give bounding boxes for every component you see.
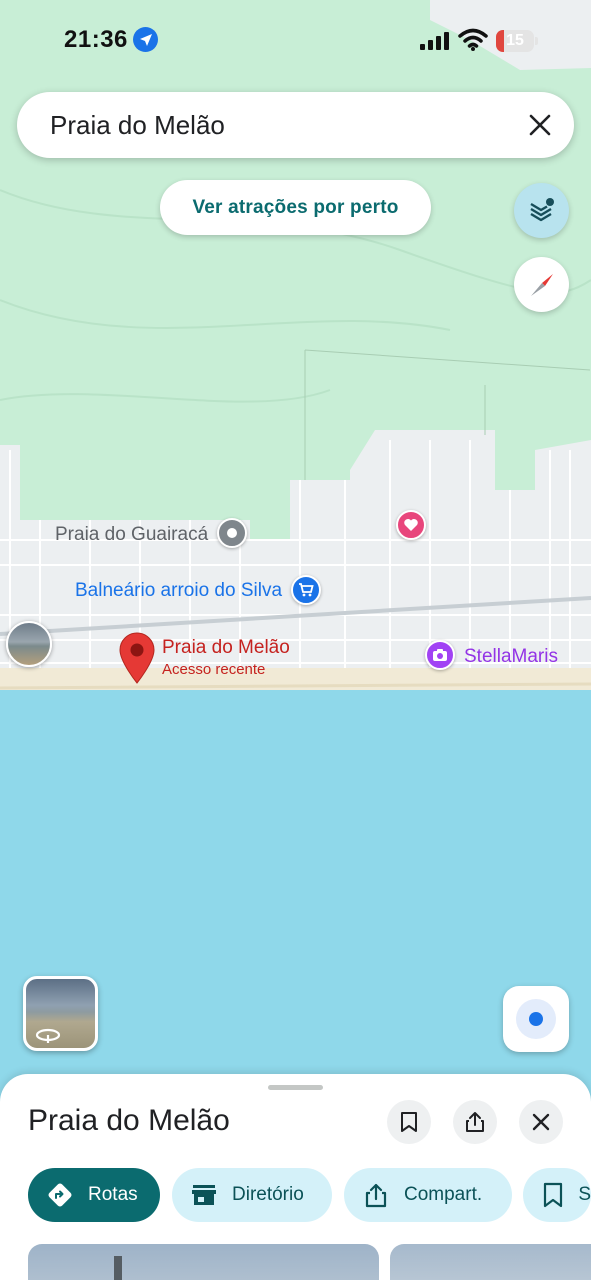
compass-icon (530, 273, 553, 296)
place-bottom-sheet[interactable]: Praia do Melão Rotas Diretório Compart. (0, 1074, 591, 1280)
wifi-icon (458, 28, 488, 51)
layers-icon (529, 197, 554, 221)
share-icon (466, 1112, 484, 1132)
street-view-bubble[interactable] (6, 621, 52, 667)
drag-handle[interactable] (268, 1085, 323, 1090)
share-chip-button[interactable]: Compart. (344, 1168, 512, 1222)
my-location-icon (516, 999, 556, 1039)
my-location-button[interactable] (503, 986, 569, 1052)
place-photo[interactable] (390, 1244, 591, 1280)
heart-icon[interactable] (396, 510, 426, 540)
directory-label: Diretório (232, 1184, 304, 1205)
battery-percent: 15 (506, 32, 524, 49)
close-sheet-button[interactable] (519, 1100, 563, 1144)
status-bar: 21:36 15 (0, 22, 591, 58)
place-label-guairaca[interactable]: Praia do Guairacá (55, 524, 208, 546)
layers-button[interactable] (514, 183, 569, 238)
directory-button[interactable]: Diretório (172, 1168, 332, 1222)
store-icon (190, 1181, 218, 1209)
place-photo[interactable] (28, 1244, 379, 1280)
shopping-cart-icon[interactable] (291, 575, 321, 605)
place-pin-icon[interactable] (217, 518, 247, 548)
save-button[interactable] (387, 1100, 431, 1144)
place-label-balneario[interactable]: Balneário arroio do Silva (75, 580, 282, 602)
save-chip-label: S (578, 1184, 591, 1205)
place-label-stellamaris[interactable]: StellaMaris (464, 646, 558, 668)
cellular-signal-icon (420, 32, 449, 50)
search-query[interactable]: Praia do Melão (50, 110, 225, 141)
save-chip-button[interactable]: S (523, 1168, 591, 1222)
camera-icon[interactable] (425, 640, 455, 670)
rotate-360-icon (35, 1028, 61, 1043)
bookmark-icon (541, 1181, 564, 1209)
nearby-attractions-chip[interactable]: Ver atrações por perto (160, 180, 431, 235)
search-bar[interactable]: Praia do Melão (17, 92, 574, 158)
compass-button[interactable] (514, 257, 569, 312)
place-sublabel-recent: Acesso recente (162, 661, 266, 678)
battery-icon: 15 (496, 30, 538, 52)
share-button[interactable] (453, 1100, 497, 1144)
place-title: Praia do Melão (28, 1104, 230, 1137)
street-view-thumbnail[interactable] (23, 976, 98, 1051)
status-time: 21:36 (64, 26, 128, 53)
directions-label: Rotas (88, 1184, 138, 1205)
place-label-melao[interactable]: Praia do Melão (162, 637, 290, 659)
close-icon[interactable] (524, 109, 556, 141)
red-location-pin-icon[interactable] (118, 632, 156, 684)
directions-button[interactable]: Rotas (28, 1168, 160, 1222)
directions-icon (46, 1181, 74, 1209)
share-chip-label: Compart. (404, 1184, 483, 1205)
close-icon (532, 1113, 550, 1131)
share-icon (362, 1181, 390, 1209)
location-arrow-icon (133, 27, 158, 52)
bookmark-icon (401, 1112, 417, 1132)
